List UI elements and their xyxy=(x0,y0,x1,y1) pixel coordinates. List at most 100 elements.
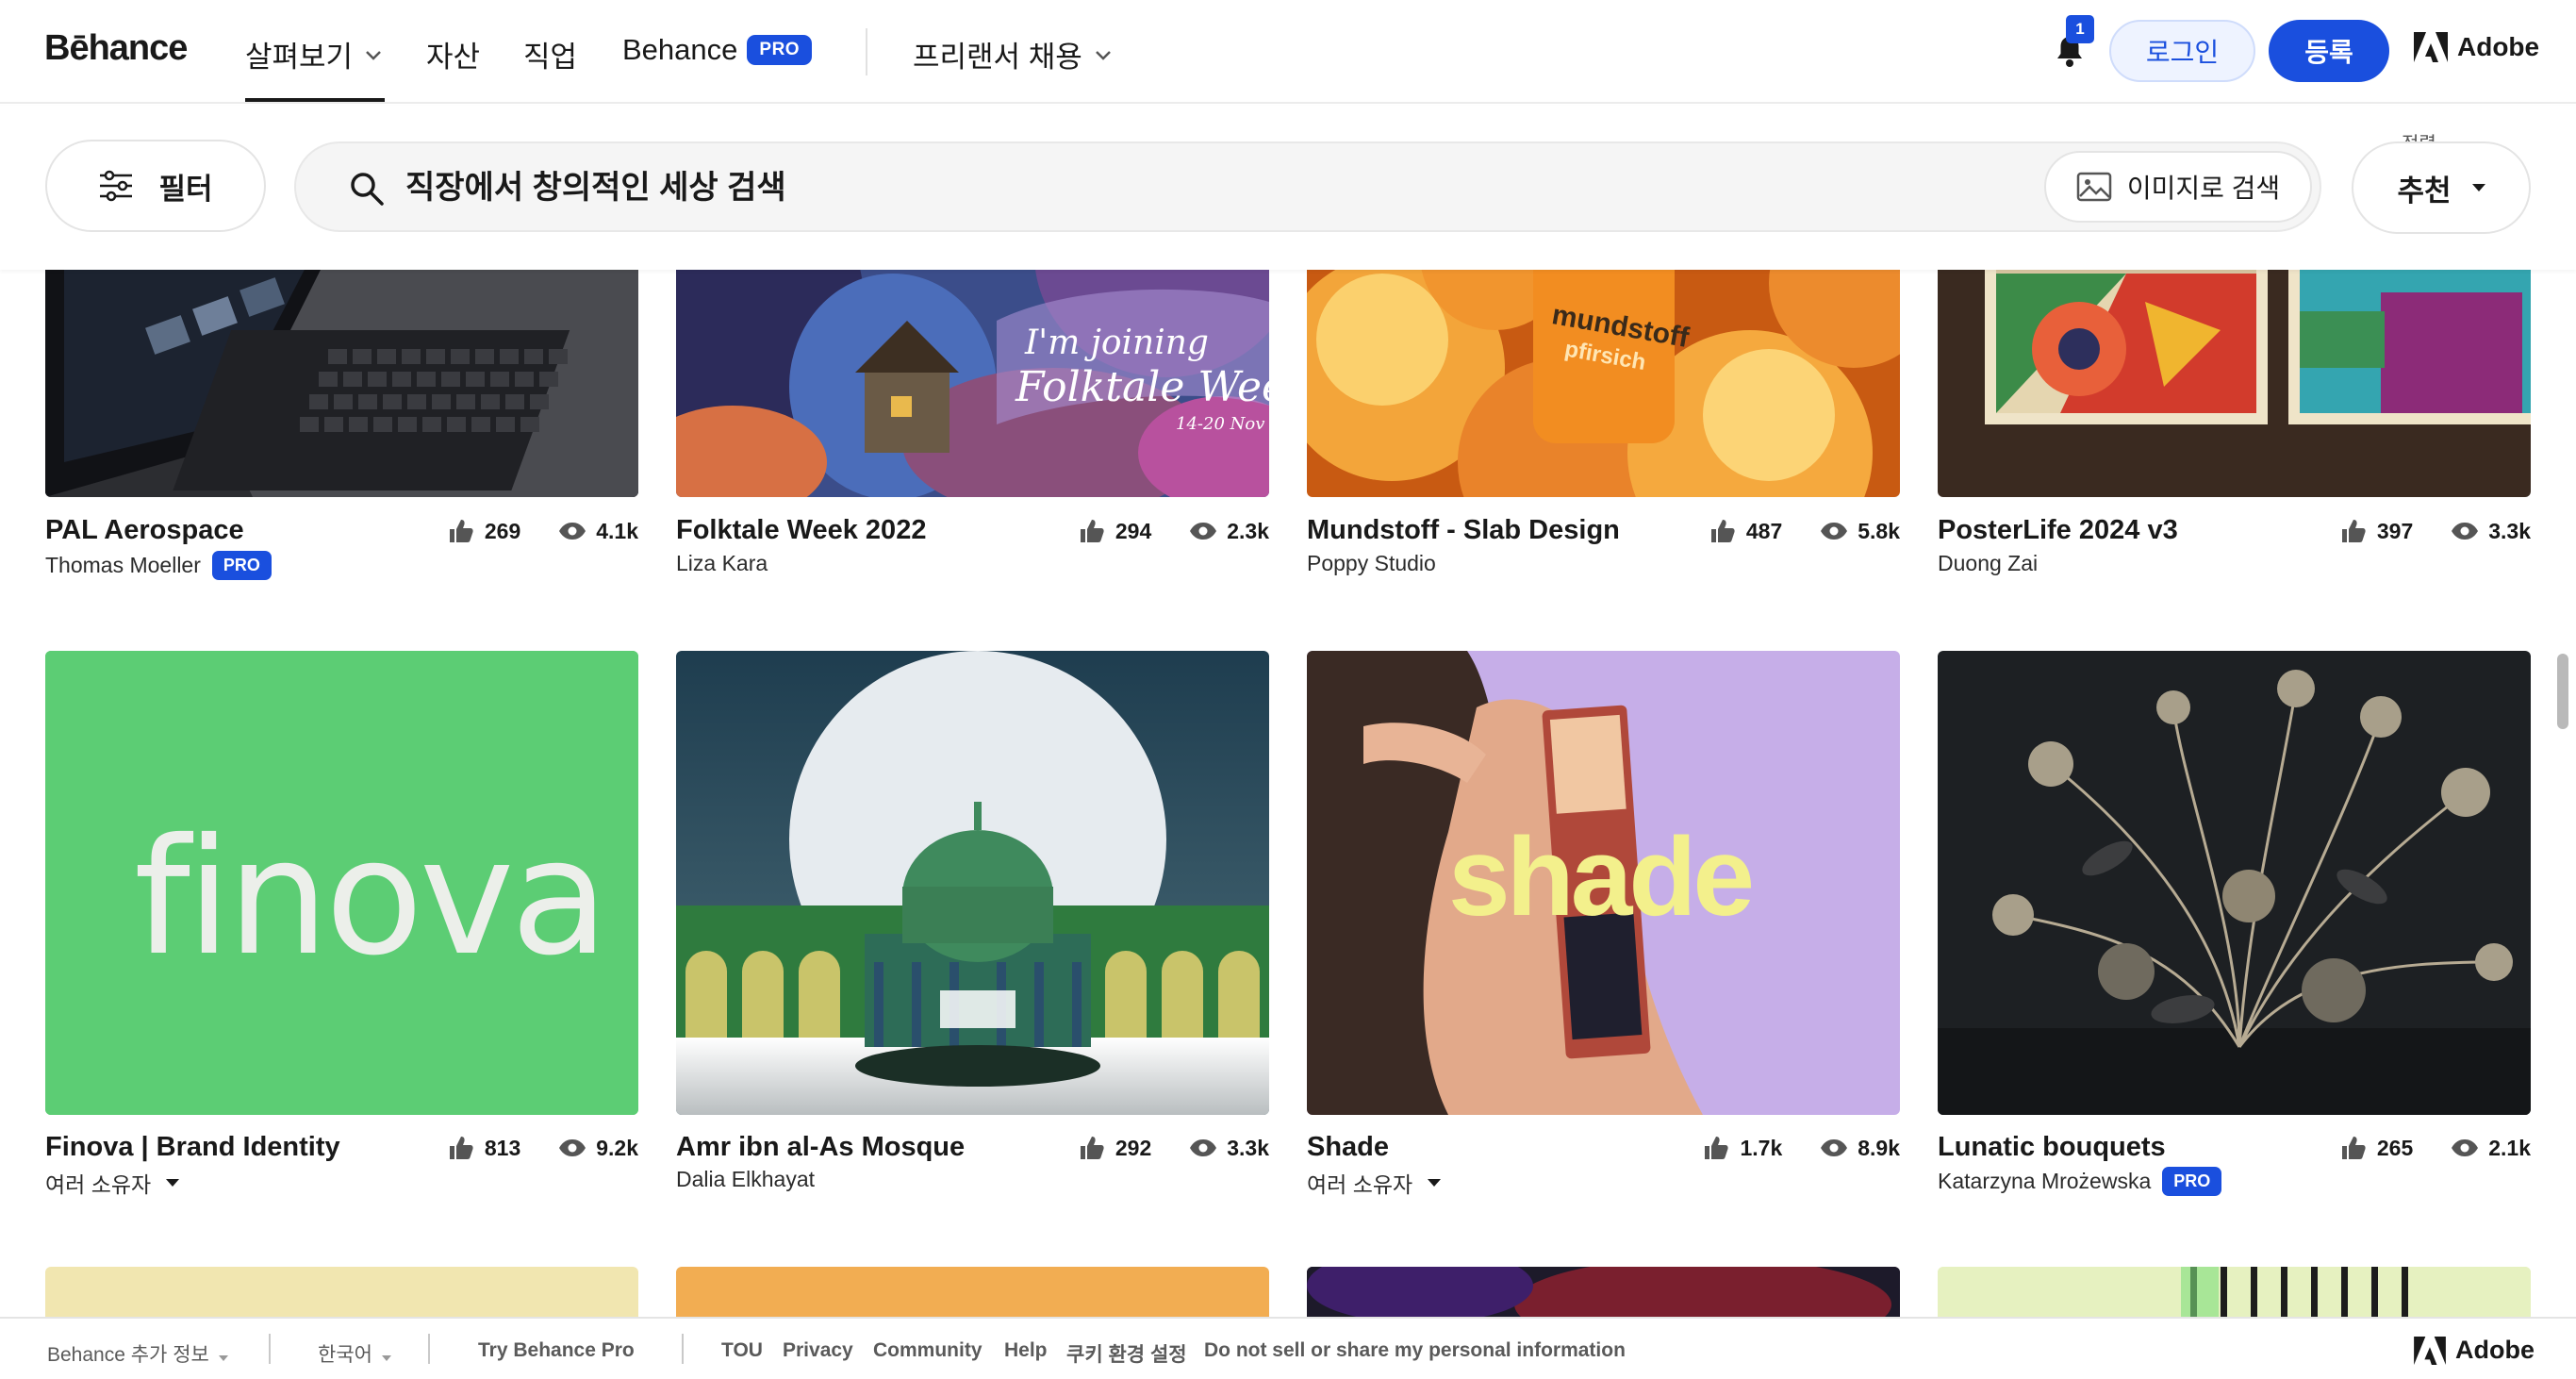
project-thumbnail[interactable] xyxy=(45,1267,638,1323)
thumb-text: finova xyxy=(134,805,605,991)
footer-tou[interactable]: TOU xyxy=(721,1339,763,1362)
views-count: 3.3k xyxy=(2488,518,2531,543)
footer-language-label: 한국어 xyxy=(318,1344,372,1366)
adobe-logo-icon xyxy=(2414,1336,2446,1365)
project-title[interactable]: Shade xyxy=(1307,1132,1389,1163)
owner-pro-badge: PRO xyxy=(2162,1167,2222,1196)
project-stats: 269 4.1k xyxy=(447,517,638,545)
search-box[interactable]: 이미지로 검색 xyxy=(294,141,2321,232)
project-card[interactable]: Lunatic bouquets Katarzyna Mrożewska PRO… xyxy=(1938,651,2531,1217)
likes-count: 265 xyxy=(2376,1135,2414,1160)
nav-behance-pro-label: Behance xyxy=(622,33,738,66)
thumb-text: 14-20 Nov xyxy=(1176,414,1264,434)
nav-assets-label: 자산 xyxy=(426,41,481,74)
nav-explore[interactable]: 살펴보기 xyxy=(245,33,386,102)
owner-name: Katarzyna Mrożewska xyxy=(1938,1169,2152,1193)
project-card[interactable]: Amr ibn al-As Mosque Dalia Elkhayat 292 … xyxy=(676,651,1269,1217)
views-count: 8.9k xyxy=(1858,1135,1900,1160)
project-title[interactable]: Mundstoff - Slab Design xyxy=(1307,515,1620,546)
project-owner[interactable]: Liza Kara xyxy=(676,551,768,576)
project-owner[interactable]: Poppy Studio xyxy=(1307,551,1436,576)
footer-do-not-sell[interactable]: Do not sell or share my personal informa… xyxy=(1204,1339,1626,1362)
signup-button[interactable]: 등록 xyxy=(2269,20,2389,82)
eye-icon xyxy=(1821,1139,1848,1156)
project-title[interactable]: Lunatic bouquets xyxy=(1938,1132,2166,1163)
footer-adobe-link[interactable]: Adobe xyxy=(2414,1336,2535,1365)
eye-icon xyxy=(559,523,586,540)
project-stats: 487 5.8k xyxy=(1709,517,1900,545)
nav-divider xyxy=(866,28,867,75)
project-stats: 265 2.1k xyxy=(2339,1134,2531,1162)
chevron-down-icon xyxy=(1095,50,1111,60)
chevron-down-icon xyxy=(366,50,381,60)
project-owner[interactable]: 여러 소유자 xyxy=(45,1167,180,1199)
project-title[interactable]: PosterLife 2024 v3 xyxy=(1938,515,2178,546)
adobe-link[interactable]: Adobe xyxy=(2414,32,2539,62)
nav-explore-label: 살펴보기 xyxy=(245,41,354,74)
project-title[interactable]: PAL Aerospace xyxy=(45,515,244,546)
nav-hire-freelancer[interactable]: 프리랜서 채용 xyxy=(913,33,1115,75)
project-owner[interactable]: 여러 소유자 xyxy=(1307,1167,1442,1199)
project-owner[interactable]: Katarzyna Mrożewska PRO xyxy=(1938,1167,2222,1196)
thumbs-up-icon xyxy=(449,520,473,542)
eye-icon xyxy=(1190,1139,1217,1156)
project-title[interactable]: Amr ibn al-As Mosque xyxy=(676,1132,965,1163)
eye-icon xyxy=(559,1139,586,1156)
footer: Behance 추가 정보 한국어 Try Behance Pro TOU Pr… xyxy=(0,1317,2576,1379)
footer-privacy[interactable]: Privacy xyxy=(783,1339,853,1362)
views-count: 3.3k xyxy=(1227,1135,1269,1160)
project-thumbnail[interactable] xyxy=(1938,1267,2531,1323)
behance-logo[interactable]: Bēhance xyxy=(44,28,188,69)
project-owner[interactable]: Duong Zai xyxy=(1938,551,2038,576)
footer-more-info[interactable]: Behance 추가 정보 xyxy=(47,1339,228,1368)
project-card[interactable]: shade Shade 여러 소유자 1.7k 8.9k xyxy=(1307,651,1900,1217)
nav-assets[interactable]: 자산 xyxy=(426,33,480,75)
project-thumbnail[interactable]: shade xyxy=(1307,651,1900,1115)
likes-count: 487 xyxy=(1745,518,1783,543)
image-search-label: 이미지로 검색 xyxy=(2126,174,2281,203)
likes-count: 813 xyxy=(484,1135,521,1160)
image-search-button[interactable]: 이미지로 검색 xyxy=(2044,151,2312,223)
owner-name: 여러 소유자 xyxy=(45,1172,152,1197)
project-thumbnail[interactable] xyxy=(676,1267,1269,1323)
caret-down-icon xyxy=(166,1179,180,1187)
footer-cookie[interactable]: 쿠키 환경 설정 xyxy=(1066,1339,1187,1368)
footer-help[interactable]: Help xyxy=(1004,1339,1048,1362)
eye-icon xyxy=(1821,523,1848,540)
thumbs-up-icon xyxy=(1080,520,1104,542)
views-count: 5.8k xyxy=(1858,518,1900,543)
views-count: 2.3k xyxy=(1227,518,1269,543)
views-count: 9.2k xyxy=(596,1135,638,1160)
project-card[interactable]: finova Finova | Brand Identity 여러 소유자 81… xyxy=(45,651,638,1217)
project-owner[interactable]: Dalia Elkhayat xyxy=(676,1167,815,1192)
sort-dropdown[interactable]: 추천 xyxy=(2352,141,2531,234)
likes-count: 269 xyxy=(484,518,521,543)
caret-down-icon xyxy=(1428,1179,1442,1187)
owner-name: Thomas Moeller xyxy=(45,553,201,577)
pro-badge: PRO xyxy=(747,35,813,65)
project-thumbnail[interactable] xyxy=(1938,651,2531,1115)
project-thumbnail[interactable] xyxy=(676,651,1269,1115)
filter-button[interactable]: 필터 xyxy=(45,140,266,232)
nav-jobs-label: 직업 xyxy=(523,41,578,74)
project-thumbnail[interactable] xyxy=(1307,1267,1900,1323)
footer-community[interactable]: Community xyxy=(873,1339,983,1362)
scrollbar-thumb[interactable] xyxy=(2557,654,2568,729)
search-input[interactable] xyxy=(405,160,1820,215)
login-button[interactable]: 로그인 xyxy=(2109,20,2255,82)
image-icon xyxy=(2076,172,2112,202)
nav-behance-pro[interactable]: Behance PRO xyxy=(622,33,813,67)
footer-divider xyxy=(269,1334,271,1364)
footer-try-pro[interactable]: Try Behance Pro xyxy=(478,1339,635,1362)
project-thumbnail[interactable]: finova xyxy=(45,651,638,1115)
project-owner[interactable]: Thomas Moeller PRO xyxy=(45,551,272,580)
footer-divider xyxy=(682,1334,684,1364)
thumbs-up-icon xyxy=(2341,520,2366,542)
project-title[interactable]: Folktale Week 2022 xyxy=(676,515,926,546)
caret-down-icon xyxy=(218,1355,228,1361)
nav-jobs[interactable]: 직업 xyxy=(523,33,577,75)
project-title[interactable]: Finova | Brand Identity xyxy=(45,1132,340,1163)
footer-divider xyxy=(428,1334,430,1364)
owner-name: Liza Kara xyxy=(676,551,768,575)
footer-language[interactable]: 한국어 xyxy=(318,1339,391,1368)
